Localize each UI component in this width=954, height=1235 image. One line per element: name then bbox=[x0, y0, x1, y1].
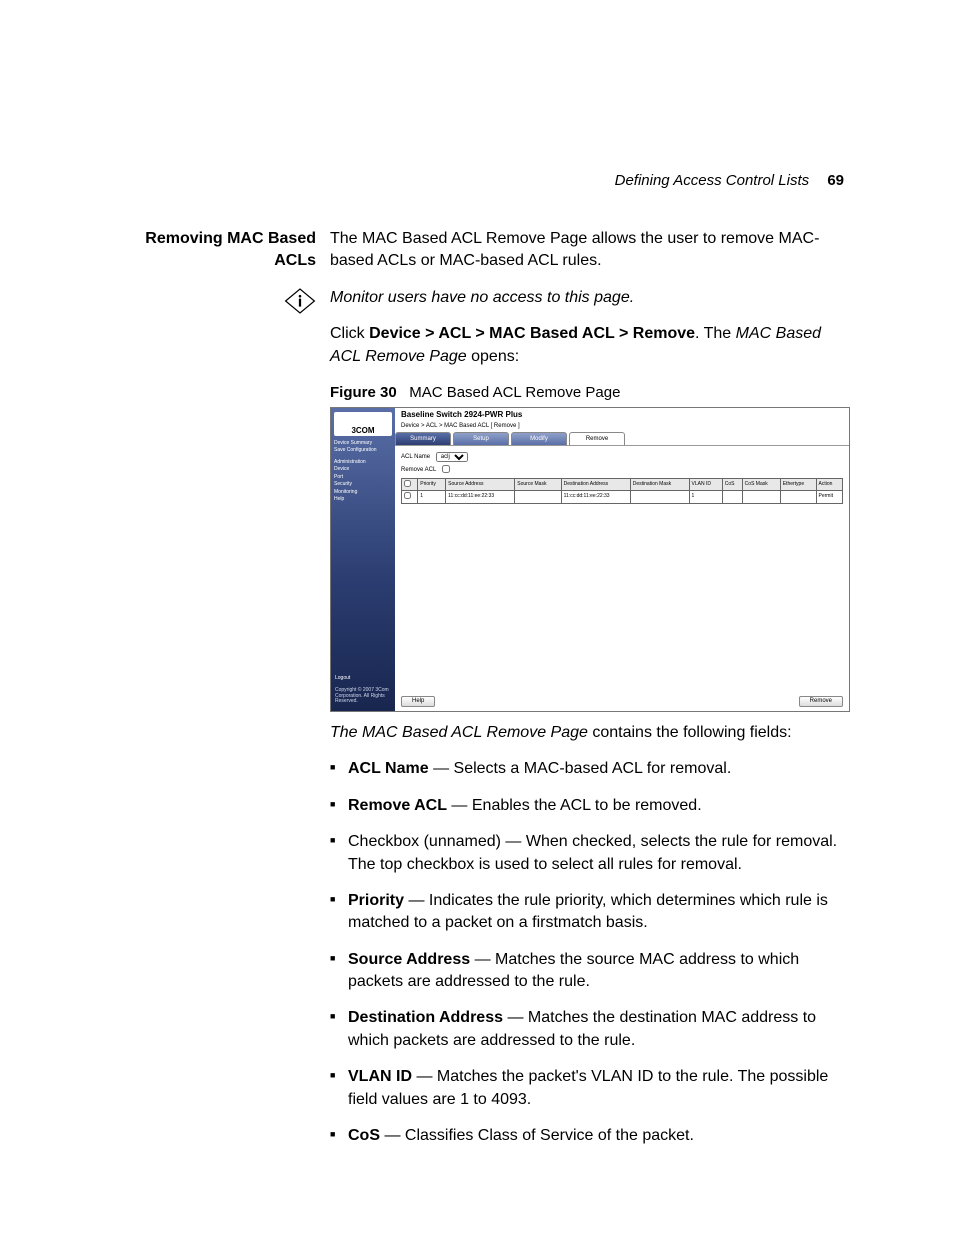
list-item: CoS — Classifies Class of Service of the… bbox=[348, 1125, 854, 1147]
fields-intro: The MAC Based ACL Remove Page contains t… bbox=[330, 722, 854, 744]
remove-acl-checkbox[interactable] bbox=[442, 465, 450, 473]
tab-bar: Summary Setup Modify Remove bbox=[395, 432, 849, 446]
intro-paragraph: The MAC Based ACL Remove Page allows the… bbox=[330, 228, 854, 273]
sidebar-item[interactable]: Monitoring bbox=[334, 489, 392, 497]
list-item: VLAN ID — Matches the packet's VLAN ID t… bbox=[348, 1066, 854, 1111]
table-row: 1 11:cc:dd:11:ee:22:33 11:cc:dd:11:ee:22… bbox=[402, 491, 843, 504]
row-checkbox[interactable] bbox=[404, 492, 411, 499]
list-item: Remove ACL — Enables the ACL to be remov… bbox=[348, 795, 854, 817]
sidebar-item[interactable]: Save Configuration bbox=[334, 447, 392, 455]
list-item: Source Address — Matches the source MAC … bbox=[348, 949, 854, 994]
info-icon bbox=[284, 287, 316, 315]
acl-name-select[interactable]: aclj bbox=[436, 452, 468, 462]
tab-remove[interactable]: Remove bbox=[569, 432, 625, 445]
section-title: Defining Access Control Lists bbox=[615, 172, 810, 189]
acl-rules-table: Priority Source Address Source Mask Dest… bbox=[401, 478, 843, 504]
copyright-text: Copyright © 2007 3Com Corporation. All R… bbox=[335, 687, 389, 704]
list-item: Priority — Indicates the rule priority, … bbox=[348, 890, 854, 935]
remove-acl-field: Remove ACL bbox=[401, 465, 843, 473]
device-title: Baseline Switch 2924-PWR Plus bbox=[395, 408, 849, 423]
acl-name-label: ACL Name bbox=[401, 454, 430, 460]
page: Defining Access Control Lists 69 Removin… bbox=[0, 0, 954, 1235]
tab-setup[interactable]: Setup bbox=[453, 432, 509, 445]
sidebar-item[interactable]: Device Summary bbox=[334, 440, 392, 448]
select-all-checkbox[interactable] bbox=[404, 480, 411, 487]
tab-modify[interactable]: Modify bbox=[511, 432, 567, 445]
margin-heading: Removing MAC Based ACLs bbox=[130, 228, 330, 287]
click-path: Click Device > ACL > MAC Based ACL > Rem… bbox=[330, 323, 854, 368]
screenshot-main: Baseline Switch 2924-PWR Plus Device > A… bbox=[395, 408, 849, 711]
figure-caption: Figure 30 MAC Based ACL Remove Page bbox=[330, 382, 854, 403]
list-item: ACL Name — Selects a MAC-based ACL for r… bbox=[348, 758, 854, 780]
tab-summary[interactable]: Summary bbox=[395, 432, 451, 445]
screenshot-figure: 3COM Device Summary Save Configuration A… bbox=[330, 407, 850, 712]
logout-link[interactable]: Logout bbox=[335, 675, 391, 683]
acl-name-field: ACL Name aclj bbox=[401, 452, 843, 462]
remove-acl-label: Remove ACL bbox=[401, 467, 436, 473]
remove-button[interactable]: Remove bbox=[799, 696, 843, 707]
help-button[interactable]: Help bbox=[401, 696, 435, 707]
field-list: ACL Name — Selects a MAC-based ACL for r… bbox=[330, 758, 854, 1147]
sidebar-item[interactable]: Security bbox=[334, 481, 392, 489]
sidebar-item[interactable]: Port bbox=[334, 474, 392, 482]
sidebar-item[interactable]: Device bbox=[334, 466, 392, 474]
col-check bbox=[402, 478, 418, 491]
sidebar-group: Administration bbox=[334, 459, 392, 467]
breadcrumb: Device > ACL > MAC Based ACL [ Remove ] bbox=[395, 423, 849, 433]
note-text: Monitor users have no access to this pag… bbox=[330, 287, 854, 309]
screenshot-sidebar: 3COM Device Summary Save Configuration A… bbox=[331, 408, 395, 711]
page-number: 69 bbox=[827, 172, 844, 189]
list-item: Checkbox (unnamed) — When checked, selec… bbox=[348, 831, 854, 876]
logo: 3COM bbox=[334, 412, 392, 436]
running-header: Defining Access Control Lists 69 bbox=[615, 172, 844, 189]
sidebar-item[interactable]: Help bbox=[334, 496, 392, 504]
table-header-row: Priority Source Address Source Mask Dest… bbox=[402, 478, 843, 491]
list-item: Destination Address — Matches the destin… bbox=[348, 1007, 854, 1052]
